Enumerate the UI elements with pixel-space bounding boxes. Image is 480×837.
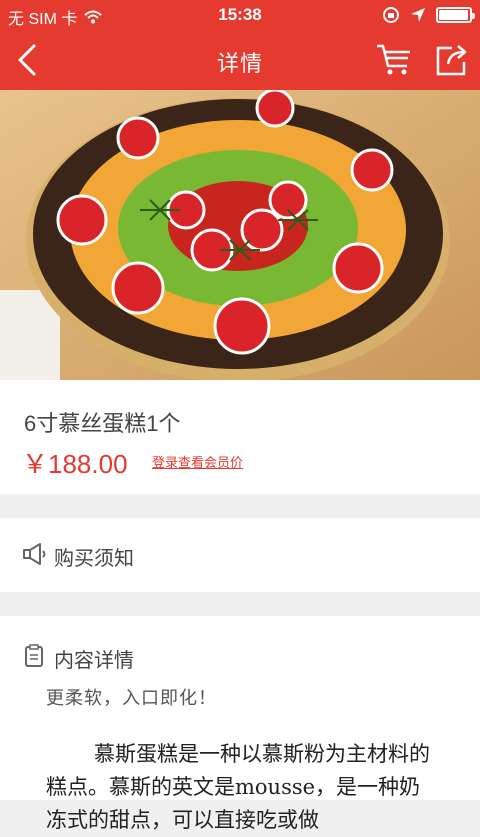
- content-subtitle: 更柔软，入口即化！: [46, 688, 217, 708]
- content-body: 慕斯蛋糕是一种以慕斯粉为主材料的糕点。慕斯的英文是mousse，是一种奶冻式的甜…: [46, 742, 430, 832]
- battery-fill: [439, 10, 468, 20]
- cart-icon[interactable]: [374, 40, 414, 80]
- nav-bar: 详情: [0, 30, 480, 90]
- product-info-card: 6寸慕丝蛋糕1个 ￥188.00 登录查看会员价: [0, 380, 480, 494]
- battery-icon: [436, 7, 475, 23]
- content-details-label: 内容详情: [54, 650, 134, 672]
- clipboard-icon: [25, 644, 43, 667]
- megaphone-icon: [23, 543, 46, 565]
- product-name: 6寸慕丝蛋糕1个: [24, 411, 181, 436]
- rotation-lock-icon: [383, 7, 399, 23]
- member-price-link[interactable]: 登录查看会员价: [152, 452, 243, 471]
- content-details-card: 内容详情 更柔软，入口即化！ 慕斯蛋糕是一种以慕斯粉为主材料的糕点。慕斯的英文是…: [0, 616, 480, 832]
- location-icon: [411, 8, 425, 22]
- purchase-notice-label: 购买须知: [54, 548, 134, 570]
- product-image: [0, 90, 480, 380]
- share-icon[interactable]: [432, 40, 472, 80]
- purchase-notice-row[interactable]: 购买须知: [0, 518, 480, 592]
- status-bar: 无 SIM 卡 15:38: [0, 0, 480, 30]
- cake-illustration: [0, 90, 480, 380]
- product-price: ￥188.00: [22, 449, 128, 479]
- status-right: [382, 6, 475, 24]
